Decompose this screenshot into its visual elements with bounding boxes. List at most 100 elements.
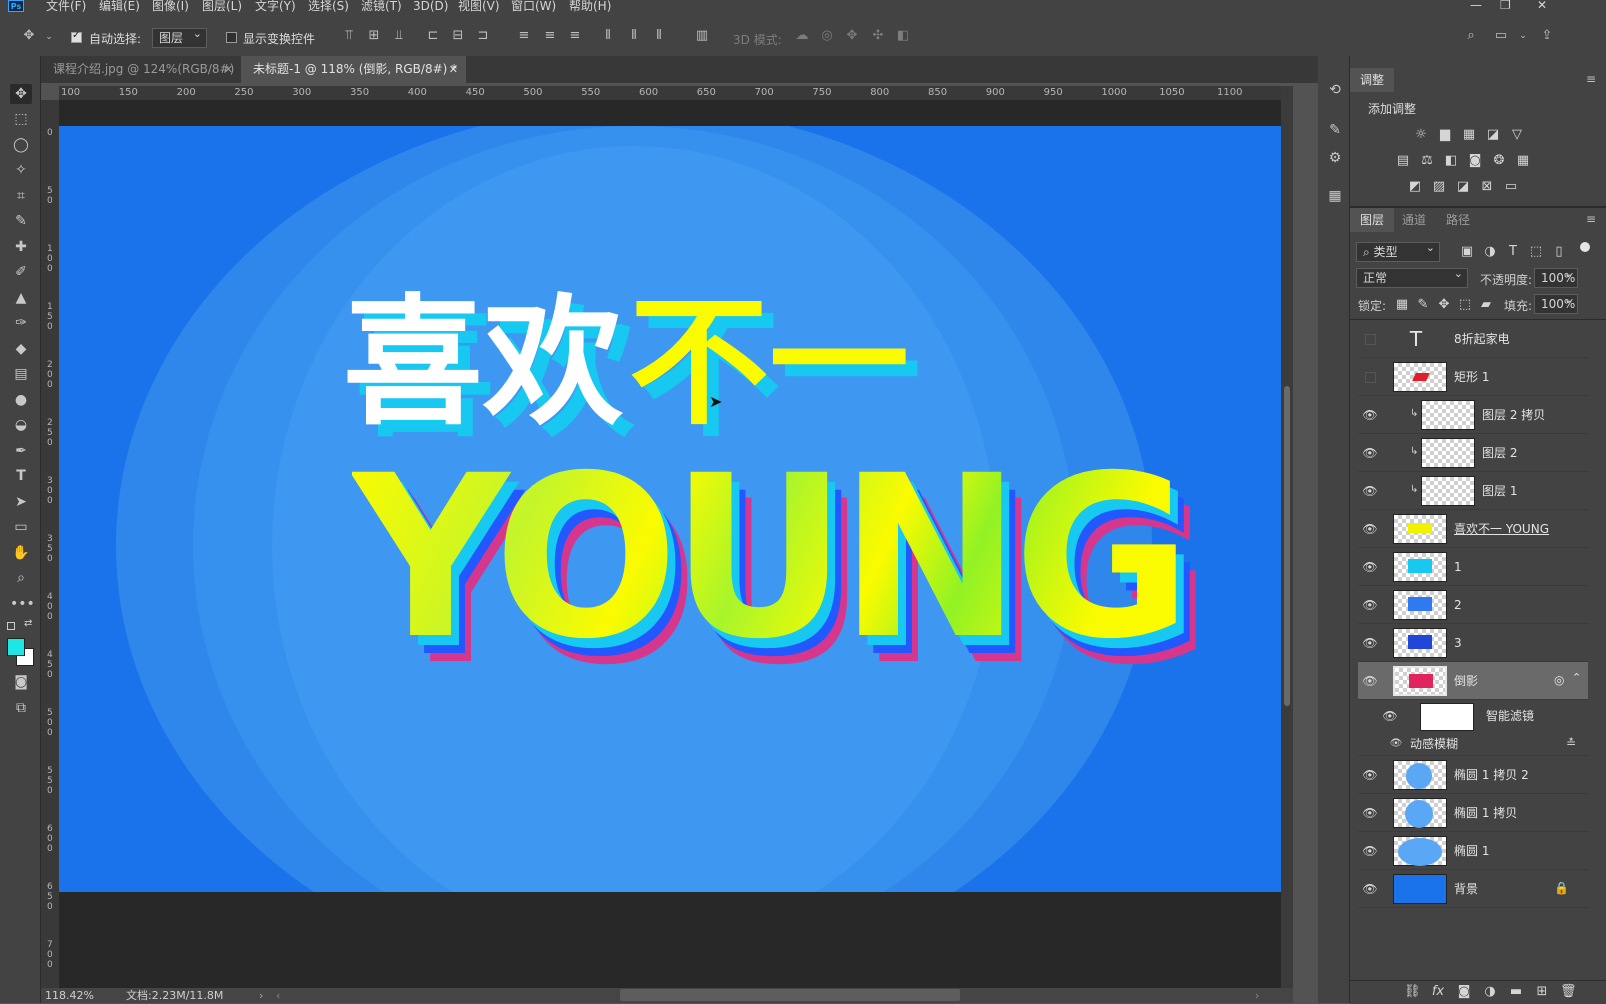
layer-row[interactable]: 👁 椭圆 1 拷贝 2 <box>1358 756 1588 794</box>
tab-layers[interactable]: 图层 <box>1350 208 1395 232</box>
pen-tool-icon[interactable]: ✒ <box>10 441 32 461</box>
healing-tool-icon[interactable]: ✚ <box>10 237 32 257</box>
tab-untitled-1[interactable]: 未标题-1 @ 118% (倒影, RGB/8#) * ✕ <box>241 56 466 83</box>
lock-artboard-icon[interactable]: ⬚ <box>1457 298 1473 312</box>
scroll-right-icon[interactable]: › <box>1255 988 1259 1003</box>
layer-filter-dropdown[interactable]: ⌕ 类型 <box>1356 239 1440 262</box>
layer-name[interactable]: 椭圆 1 拷贝 <box>1454 794 1517 832</box>
gradient-map-icon[interactable]: ▭ <box>1503 180 1519 194</box>
layer-row[interactable]: 👁 喜欢不一 YOUNG <box>1358 510 1588 548</box>
menu-window[interactable]: 窗口(W) <box>511 0 556 12</box>
eye-icon[interactable]: 👁 <box>1358 396 1382 434</box>
3d-camera-icon[interactable]: ◧ <box>896 29 910 43</box>
default-colors-icon[interactable] <box>7 622 15 630</box>
scroll-thumb[interactable] <box>1284 386 1290 706</box>
layer-name[interactable]: 椭圆 1 <box>1454 832 1489 870</box>
eye-icon[interactable]: 👁 <box>1358 756 1382 794</box>
eye-icon[interactable]: 👁 <box>1358 434 1382 472</box>
layer-row[interactable]: 👁 3 <box>1358 624 1588 662</box>
brightness-icon[interactable]: ☼ <box>1413 128 1429 142</box>
move-tool-icon[interactable]: ✥ <box>22 29 36 43</box>
vibrance-icon[interactable]: ▽ <box>1509 128 1525 142</box>
layer-name[interactable]: 倒影 <box>1454 662 1478 700</box>
tab-paths[interactable]: 路径 <box>1436 208 1480 232</box>
smart-filter-badge-icon[interactable]: ◎ <box>1554 673 1564 687</box>
menu-select[interactable]: 选择(S) <box>308 0 349 12</box>
layer-name[interactable]: 椭圆 1 拷贝 2 <box>1454 756 1529 794</box>
new-group-icon[interactable]: ▬ <box>1508 985 1524 999</box>
close-window-button[interactable]: ✕ <box>1537 0 1547 11</box>
invert-icon[interactable]: ◩ <box>1407 180 1423 194</box>
zoom-tool-icon[interactable]: ⌕ <box>10 568 32 588</box>
layer-name[interactable]: 图层 2 <box>1482 434 1517 472</box>
quick-mask-icon[interactable]: ◙ <box>10 672 32 692</box>
filter-toggle[interactable] <box>1580 242 1590 252</box>
menu-filter[interactable]: 滤镜(T) <box>361 0 402 12</box>
status-expand-icon[interactable]: › <box>259 988 263 1003</box>
layer-name[interactable]: 矩形 1 <box>1454 358 1489 396</box>
eye-icon[interactable]: 👁 <box>1358 510 1382 548</box>
rectangle-tool-icon[interactable]: ▭ <box>10 517 32 537</box>
history-panel-icon[interactable]: ⟲ <box>1324 80 1346 100</box>
menu-edit[interactable]: 编辑(E) <box>99 0 140 12</box>
bw-icon[interactable]: ◧ <box>1443 154 1459 168</box>
layers-menu-icon[interactable]: ≡ <box>1586 212 1596 226</box>
filter-smart-icon[interactable]: ▯ <box>1551 245 1567 259</box>
hue-sat-icon[interactable]: ▤ <box>1395 154 1411 168</box>
search-icon[interactable]: ⌕ <box>1464 29 1478 43</box>
more-tools-icon[interactable]: ••• <box>10 594 35 614</box>
layer-row[interactable]: 👁 ↳ 图层 1 <box>1358 472 1588 510</box>
filter-adjustment-icon[interactable]: ◑ <box>1482 245 1498 259</box>
type-tool-icon[interactable]: T <box>10 466 32 486</box>
document-canvas[interactable]: 喜欢 喜欢 不一 不一 YOUNG YOUNG YOUNG YOUNG ➤ <box>59 126 1281 892</box>
zoom-level[interactable]: 118.42% <box>45 988 94 1003</box>
distribute-vcenter-icon[interactable]: ≡ <box>543 29 557 43</box>
magic-wand-tool-icon[interactable]: ✧ <box>10 160 32 180</box>
history-brush-tool-icon[interactable]: ✑ <box>10 313 32 333</box>
layer-name[interactable]: 1 <box>1454 548 1462 586</box>
add-mask-icon[interactable]: ◙ <box>1456 985 1472 999</box>
3d-orbit-icon[interactable]: ☁ <box>795 29 809 43</box>
layer-name[interactable]: 背景 <box>1454 870 1478 908</box>
filter-shape-icon[interactable]: ⬚ <box>1528 245 1544 259</box>
3d-slide-icon[interactable]: ✣ <box>871 29 885 43</box>
properties-panel-icon[interactable]: ⚙ <box>1324 148 1346 168</box>
layer-row[interactable]: 👁 椭圆 1 <box>1358 832 1588 870</box>
eraser-tool-icon[interactable]: ◆ <box>10 339 32 359</box>
lock-image-icon[interactable]: ✎ <box>1415 298 1431 312</box>
eye-icon[interactable]: 👁 <box>1358 472 1382 510</box>
swap-colors-icon[interactable]: ⇄ <box>24 618 32 629</box>
layer-name[interactable]: 喜欢不一 YOUNG <box>1454 510 1549 548</box>
auto-select-dropdown[interactable]: 图层 <box>152 25 207 48</box>
collapse-chevron-icon[interactable]: ⌃ <box>1572 671 1581 684</box>
tab-channels[interactable]: 通道 <box>1392 208 1436 232</box>
distribute-left-icon[interactable]: ⦀ <box>601 29 615 43</box>
layer-row[interactable]: 👁 ↳ 图层 2 拷贝 <box>1358 396 1588 434</box>
vertical-scrollbar[interactable] <box>1281 86 1293 988</box>
workspace-chevron-icon[interactable]: ⌄ <box>1516 29 1530 43</box>
eye-icon[interactable]: 👁 <box>1378 700 1402 732</box>
dodge-tool-icon[interactable]: ◒ <box>10 415 32 435</box>
posterize-icon[interactable]: ▨ <box>1431 180 1447 194</box>
close-tab-icon[interactable]: ✕ <box>449 56 458 83</box>
levels-icon[interactable]: ▆ <box>1437 128 1453 142</box>
eye-icon[interactable]: 👁 <box>1384 732 1408 756</box>
scroll-left-icon[interactable]: ‹ <box>276 988 280 1003</box>
filter-row[interactable]: 👁 动感模糊 ≛ <box>1358 732 1588 756</box>
delete-layer-icon[interactable]: 🗑 <box>1560 985 1577 999</box>
layer-name[interactable]: 图层 2 拷贝 <box>1482 396 1545 434</box>
color-balance-icon[interactable]: ⚖ <box>1419 154 1435 168</box>
layer-name[interactable]: 8折起家电 <box>1454 320 1510 358</box>
filter-pixel-icon[interactable]: ▣ <box>1459 245 1475 259</box>
menu-type[interactable]: 文字(Y) <box>255 0 296 12</box>
eyedropper-tool-icon[interactable]: ✎ <box>10 211 32 231</box>
auto-select-checkbox[interactable] <box>71 30 82 43</box>
menu-view[interactable]: 视图(V) <box>458 0 500 12</box>
eye-icon[interactable]: 👁 <box>1358 662 1382 700</box>
align-top-icon[interactable]: ⫪ <box>342 29 356 43</box>
eye-icon[interactable]: 👁 <box>1358 624 1382 662</box>
eye-icon[interactable]: 👁 <box>1358 870 1382 908</box>
screen-mode-icon[interactable]: ⧉ <box>10 698 32 718</box>
menu-layer[interactable]: 图层(L) <box>202 0 242 12</box>
layer-row[interactable]: 矩形 1 <box>1358 358 1588 396</box>
